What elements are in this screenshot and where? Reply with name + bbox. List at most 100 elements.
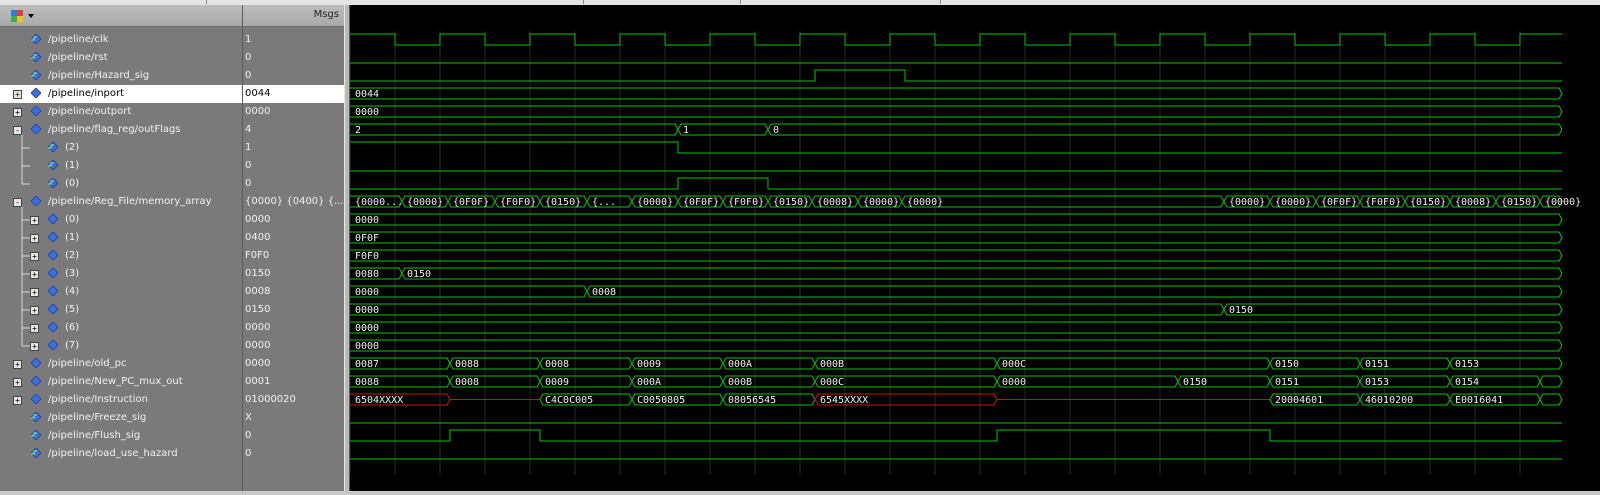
signal-value: 0 <box>245 178 252 189</box>
signal-name: /pipeline/old_pc <box>48 358 127 369</box>
signal-row[interactable]: /pipeline/rst <box>0 49 242 67</box>
bus-value-label: 0008 <box>545 359 569 370</box>
expand-icon[interactable]: + <box>30 270 39 279</box>
collapse-icon[interactable]: - <box>13 198 22 207</box>
expand-icon[interactable]: + <box>13 360 22 369</box>
signal-name: (2) <box>65 142 80 153</box>
signal-row[interactable]: /pipeline/Hazard_sig <box>0 67 242 85</box>
signal-name: /pipeline/clk <box>48 34 109 45</box>
bus-segment <box>350 303 1225 316</box>
signal-row[interactable]: /pipeline/load_use_hazard <box>0 445 242 463</box>
signal-row[interactable]: + (1) <box>0 229 242 247</box>
bus-value-label: C4C0C005 <box>545 395 593 406</box>
msgs-header-label: Msgs <box>313 9 339 20</box>
bus-value-label: 000A <box>637 377 661 388</box>
toolbar-segment <box>0 0 207 4</box>
signal-name: /pipeline/outport <box>48 106 132 117</box>
bus-value-label: 0153 <box>1365 377 1389 388</box>
bus-signal-icon <box>48 250 58 260</box>
signal-value: 0000 <box>245 106 271 117</box>
signal-value: F0F0 <box>245 250 270 261</box>
bus-signal-icon <box>48 268 58 278</box>
signal-row[interactable]: + (7) <box>0 337 242 355</box>
signal-row[interactable]: /pipeline/clk <box>0 31 242 49</box>
signal-row[interactable]: + (4) <box>0 283 242 301</box>
bus-segment <box>350 105 1563 118</box>
bus-value-label: {0F0F} <box>1321 197 1357 208</box>
collapse-icon[interactable]: - <box>13 126 22 135</box>
bus-signal-icon <box>31 358 41 368</box>
bus-segment <box>767 123 1563 136</box>
bus-value-label: {0000} <box>1229 197 1265 208</box>
signal-row[interactable]: + /pipeline/outport <box>0 103 242 121</box>
bus-value-label: {0000} <box>637 197 673 208</box>
bus-value-label: 000C <box>1002 359 1026 370</box>
waveform-canvas: 0044 0000 2 1 0 {0000... {0000} {0F0F} {F0F0} {01… <box>349 31 1581 475</box>
bus-segment <box>350 285 588 298</box>
signal-value-row: 1 <box>243 31 345 49</box>
expand-icon[interactable]: + <box>30 288 39 297</box>
expand-icon[interactable]: + <box>30 306 39 315</box>
logic-signal-icon <box>31 448 41 458</box>
bus-value-label: 0008 <box>455 377 479 388</box>
signal-row[interactable]: + (2) <box>0 247 242 265</box>
logic-waveform <box>350 141 1562 154</box>
signal-value-row: 0 <box>243 427 345 445</box>
signal-value: 0 <box>245 70 252 81</box>
bus-value-label: {0008} <box>1455 197 1491 208</box>
signal-name-pane[interactable]: /pipeline/clk/pipeline/rst/pipeline/Haza… <box>0 5 242 491</box>
expand-icon[interactable]: + <box>30 324 39 333</box>
signal-row[interactable]: (2) <box>0 139 242 157</box>
expand-icon[interactable]: + <box>13 378 22 387</box>
signal-row[interactable]: + /pipeline/Instruction <box>0 391 242 409</box>
signal-value-row: 0 <box>243 67 345 85</box>
signal-row[interactable]: + (3) <box>0 265 242 283</box>
bus-value-label: {0000} <box>1545 197 1581 208</box>
logic-signal-icon <box>31 70 41 80</box>
signal-row[interactable]: (0) <box>0 175 242 193</box>
signal-row[interactable]: - /pipeline/flag_reg/outFlags <box>0 121 242 139</box>
signal-row[interactable]: + /pipeline/New_PC_mux_out <box>0 373 242 391</box>
signal-row[interactable]: /pipeline/Flush_sig <box>0 427 242 445</box>
signal-value: 0400 <box>245 232 271 243</box>
signal-value: 1 <box>245 142 252 153</box>
logic-signal-icon <box>31 52 41 62</box>
waveform-pane[interactable]: 0044 0000 2 1 0 {0000... {0000} {0F0F} {F0F0} {01… <box>349 5 1600 491</box>
signal-row[interactable]: + (5) <box>0 301 242 319</box>
bus-segment <box>901 195 1225 208</box>
bus-value-label: 20004601 <box>1275 395 1323 406</box>
signal-name: /pipeline/Flush_sig <box>48 430 141 441</box>
signal-value: 0150 <box>245 304 271 315</box>
expand-icon[interactable]: + <box>30 252 39 261</box>
signal-name: /pipeline/inport <box>48 88 125 99</box>
bus-value-label: 0F0F <box>355 233 379 244</box>
signal-value: 0 <box>245 448 252 459</box>
signal-row[interactable]: + /pipeline/old_pc <box>0 355 242 373</box>
bus-value-label: F0F0 <box>355 251 379 262</box>
logic-signal-icon <box>31 430 41 440</box>
signal-name: /pipeline/Instruction <box>48 394 148 405</box>
signal-row[interactable]: + /pipeline/inport <box>0 85 242 103</box>
expand-icon[interactable]: + <box>13 90 22 99</box>
expand-icon[interactable]: + <box>30 342 39 351</box>
toolbar-segment <box>740 0 941 4</box>
signal-value-row: 0008 <box>243 283 345 301</box>
signal-row[interactable]: /pipeline/Freeze_sig <box>0 409 242 427</box>
signal-name: (1) <box>65 160 80 171</box>
toolbar-segment <box>583 0 741 4</box>
logic-signal-icon <box>48 160 58 170</box>
bus-value-label: 0151 <box>1365 359 1389 370</box>
expand-icon[interactable]: + <box>30 216 39 225</box>
signal-row[interactable]: + (6) <box>0 319 242 337</box>
signal-row[interactable]: (1) <box>0 157 242 175</box>
bus-signal-icon <box>48 322 58 332</box>
signal-row[interactable]: - /pipeline/Reg_File/memory_array <box>0 193 242 211</box>
expand-icon[interactable]: + <box>13 396 22 405</box>
signal-value-row: {0000} {0400} {... <box>243 193 345 211</box>
signal-row[interactable]: + (0) <box>0 211 242 229</box>
signal-name: (3) <box>65 268 80 279</box>
expand-icon[interactable]: + <box>13 108 22 117</box>
bus-value-label: C0050805 <box>637 395 685 406</box>
bus-value-label: 0150 <box>1275 359 1299 370</box>
expand-icon[interactable]: + <box>30 234 39 243</box>
